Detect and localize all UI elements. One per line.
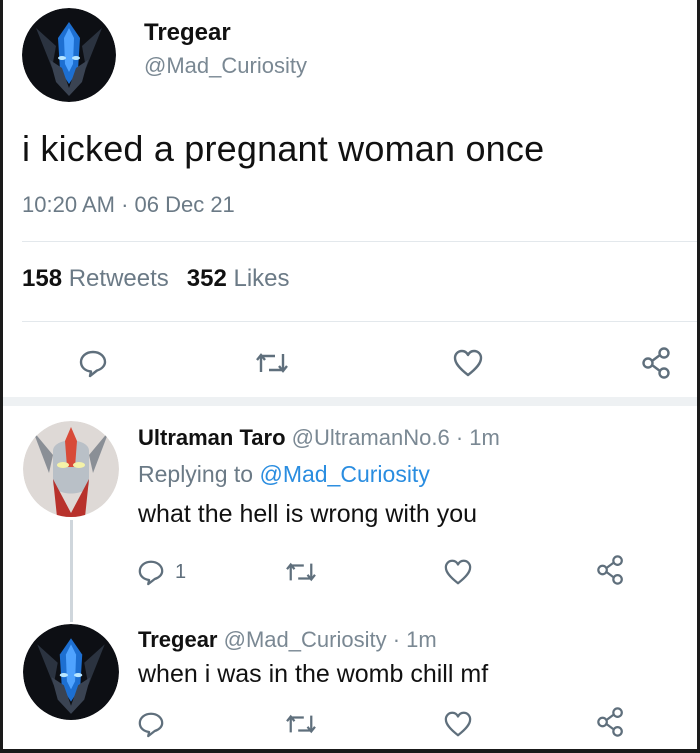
thread-line bbox=[70, 520, 73, 622]
retweet-icon bbox=[286, 562, 316, 582]
tweet-actions bbox=[0, 340, 700, 386]
share-button[interactable] bbox=[596, 554, 626, 586]
reply-author-handle[interactable]: @Mad_Curiosity bbox=[224, 627, 387, 652]
avatar-image bbox=[23, 421, 119, 517]
share-button[interactable] bbox=[596, 706, 626, 738]
reply-icon bbox=[138, 712, 164, 738]
share-icon bbox=[642, 347, 670, 379]
reply-button[interactable] bbox=[137, 710, 165, 738]
replying-to: Replying to @Mad_Curiosity bbox=[138, 461, 430, 488]
tweet-stats: 158 Retweets 352 Likes bbox=[22, 265, 290, 293]
likes-count[interactable]: 352 bbox=[187, 265, 227, 292]
tweet-timestamp[interactable]: 10:20 AM · 06 Dec 21 bbox=[22, 192, 235, 218]
reply-header: Ultraman Taro @UltramanNo.6 · 1m bbox=[138, 425, 500, 451]
replying-to-handle[interactable]: @Mad_Curiosity bbox=[259, 461, 429, 487]
heart-icon bbox=[444, 559, 472, 585]
likes-label[interactable]: Likes bbox=[233, 265, 289, 292]
retweets-count[interactable]: 158 bbox=[22, 265, 62, 292]
reply-time[interactable]: · 1m bbox=[456, 425, 500, 450]
reply-header: Tregear @Mad_Curiosity · 1m bbox=[138, 627, 437, 653]
like-button[interactable] bbox=[443, 710, 473, 738]
retweet-button[interactable] bbox=[285, 710, 317, 738]
divider bbox=[22, 321, 697, 322]
heart-icon bbox=[453, 349, 483, 377]
like-button[interactable] bbox=[443, 558, 473, 586]
divider bbox=[22, 241, 697, 242]
reply-author-avatar[interactable] bbox=[23, 421, 119, 517]
reply-text: when i was in the womb chill mf bbox=[138, 660, 489, 688]
share-icon bbox=[597, 555, 623, 585]
author-name[interactable]: Tregear bbox=[144, 19, 231, 47]
reply-icon bbox=[138, 560, 164, 586]
reply-time[interactable]: · 1m bbox=[393, 627, 437, 652]
reply-count: 1 bbox=[175, 560, 187, 583]
retweet-button[interactable] bbox=[285, 558, 317, 586]
share-icon bbox=[597, 707, 623, 737]
retweet-button[interactable] bbox=[255, 348, 289, 378]
tweet-text: i kicked a pregnant woman once bbox=[22, 128, 545, 169]
share-button[interactable] bbox=[641, 346, 673, 380]
reply-author-name[interactable]: Tregear bbox=[138, 627, 218, 652]
like-button[interactable] bbox=[452, 348, 484, 378]
reply-author-name[interactable]: Ultraman Taro bbox=[138, 425, 286, 450]
reply-author-avatar[interactable] bbox=[23, 624, 119, 720]
reply-button[interactable] bbox=[78, 348, 108, 378]
reply-text: what the hell is wrong with you bbox=[138, 500, 478, 528]
section-separator bbox=[3, 397, 697, 406]
reply-author-handle[interactable]: @UltramanNo.6 bbox=[292, 425, 450, 450]
avatar-image bbox=[23, 624, 119, 720]
tweet-screenshot: Tregear @Mad_Curiosity i kicked a pregna… bbox=[0, 0, 700, 753]
replying-to-label: Replying to bbox=[138, 461, 254, 487]
avatar-image bbox=[22, 8, 116, 102]
retweet-icon bbox=[256, 353, 288, 373]
bottom-border bbox=[0, 749, 700, 753]
retweet-icon bbox=[286, 714, 316, 734]
retweets-label[interactable]: Retweets bbox=[69, 265, 169, 292]
reply-icon bbox=[79, 350, 107, 378]
author-handle[interactable]: @Mad_Curiosity bbox=[144, 53, 307, 79]
reply-button[interactable]: 1 bbox=[137, 558, 186, 586]
heart-icon bbox=[444, 711, 472, 737]
author-avatar[interactable] bbox=[22, 8, 116, 102]
